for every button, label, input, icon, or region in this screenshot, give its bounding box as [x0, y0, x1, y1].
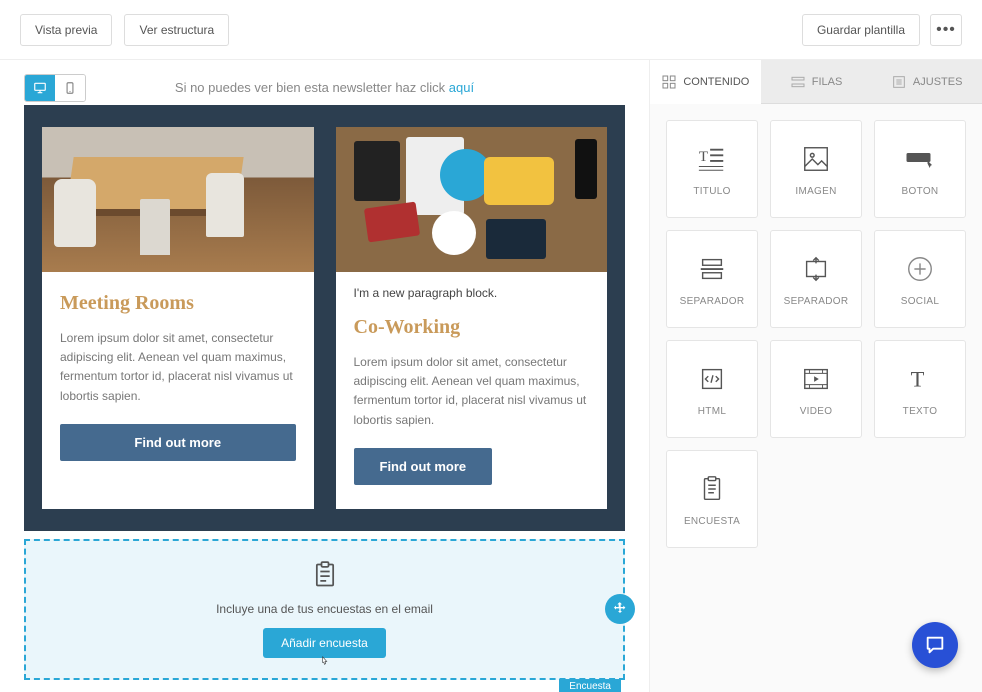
tab-content-label: CONTENIDO — [683, 76, 749, 88]
block-button[interactable]: BOTON — [874, 120, 966, 218]
block-separator-2[interactable]: SEPARADOR — [770, 230, 862, 328]
separator-2-icon — [801, 252, 831, 286]
cursor-pointer-icon — [318, 655, 332, 672]
canvas-area: Si no puedes ver bien esta newsletter ha… — [0, 60, 650, 692]
block-button-label: BOTON — [902, 186, 939, 197]
block-title-label: TITULO — [693, 186, 730, 197]
svg-text:T: T — [699, 148, 708, 164]
notice-text: Si no puedes ver bien esta newsletter ha… — [175, 80, 449, 95]
mobile-icon — [63, 81, 77, 95]
block-separator-2-label: SEPARADOR — [784, 296, 849, 307]
settings-icon — [891, 74, 907, 90]
block-text[interactable]: T TEXTO — [874, 340, 966, 438]
block-grid: T TITULO IMAGEN BOTON — [666, 120, 966, 548]
more-icon: ••• — [936, 21, 956, 39]
block-video[interactable]: VIDEO — [770, 340, 862, 438]
email-canvas: Meeting Rooms Lorem ipsum dolor sit amet… — [24, 105, 625, 531]
preview-notice: Si no puedes ver bien esta newsletter ha… — [0, 60, 649, 105]
move-handle[interactable] — [605, 594, 635, 624]
block-image[interactable]: IMAGEN — [770, 120, 862, 218]
block-title[interactable]: T TITULO — [666, 120, 758, 218]
tab-rows[interactable]: FILAS — [761, 60, 872, 104]
mobile-view-button[interactable] — [55, 75, 85, 101]
column-1-text: Lorem ipsum dolor sit amet, consectetur … — [60, 329, 296, 406]
move-icon — [612, 601, 628, 617]
email-column-1[interactable]: Meeting Rooms Lorem ipsum dolor sit amet… — [42, 127, 314, 509]
block-html[interactable]: HTML — [666, 340, 758, 438]
workspace: Si no puedes ver bien esta newsletter ha… — [0, 60, 982, 692]
coworking-image — [336, 127, 608, 272]
dropzone-tag: Encuesta — [559, 679, 621, 692]
image-icon — [801, 142, 831, 176]
tab-settings[interactable]: AJUSTES — [871, 60, 982, 104]
content-blocks: T TITULO IMAGEN BOTON — [650, 104, 982, 692]
desktop-view-button[interactable] — [25, 75, 55, 101]
survey-block-icon — [697, 472, 727, 506]
social-icon — [905, 252, 935, 286]
block-social[interactable]: SOCIAL — [874, 230, 966, 328]
survey-text: Incluye una de tus encuestas en el email — [26, 602, 623, 616]
tab-rows-label: FILAS — [812, 76, 843, 88]
survey-dropzone[interactable]: Incluye una de tus encuestas en el email… — [24, 539, 625, 680]
help-fab[interactable] — [912, 622, 958, 668]
column-2-cta-button[interactable]: Find out more — [354, 448, 493, 485]
chat-icon — [924, 634, 946, 656]
block-image-label: IMAGEN — [795, 186, 836, 197]
button-icon — [905, 142, 935, 176]
tab-content[interactable]: CONTENIDO — [650, 60, 761, 104]
grid-icon — [661, 74, 677, 90]
email-body-2: I'm a new paragraph block. Co-Working Lo… — [336, 272, 608, 509]
block-separator-1[interactable]: SEPARADOR — [666, 230, 758, 328]
column-1-title: Meeting Rooms — [60, 292, 296, 315]
meeting-room-image — [42, 127, 314, 272]
column-2-text: Lorem ipsum dolor sit amet, consectetur … — [354, 353, 590, 430]
rows-icon — [790, 74, 806, 90]
text-icon: T — [905, 362, 935, 396]
title-icon: T — [697, 142, 727, 176]
column-2-title: Co-Working — [354, 316, 590, 339]
block-html-label: HTML — [698, 406, 726, 417]
column-2-lead: I'm a new paragraph block. — [354, 286, 590, 300]
video-icon — [801, 362, 831, 396]
structure-button[interactable]: Ver estructura — [124, 14, 229, 46]
email-row: Meeting Rooms Lorem ipsum dolor sit amet… — [42, 127, 607, 509]
add-survey-button[interactable]: Añadir encuesta — [263, 628, 386, 658]
survey-icon — [26, 561, 623, 592]
html-icon — [697, 362, 727, 396]
topbar: Vista previa Ver estructura Guardar plan… — [0, 0, 982, 60]
more-menu-button[interactable]: ••• — [930, 14, 962, 46]
preview-button[interactable]: Vista previa — [20, 14, 112, 46]
sidebar: CONTENIDO FILAS AJUSTES T TITULO — [650, 60, 982, 692]
sidebar-tabs: CONTENIDO FILAS AJUSTES — [650, 60, 982, 104]
block-social-label: SOCIAL — [901, 296, 939, 307]
email-column-2[interactable]: I'm a new paragraph block. Co-Working Lo… — [336, 127, 608, 509]
desktop-icon — [33, 81, 47, 95]
svg-text:T: T — [911, 366, 925, 391]
topbar-right: Guardar plantilla ••• — [802, 14, 962, 46]
block-separator-1-label: SEPARADOR — [680, 296, 745, 307]
email-body-1: Meeting Rooms Lorem ipsum dolor sit amet… — [42, 272, 314, 485]
block-video-label: VIDEO — [800, 406, 833, 417]
notice-link[interactable]: aquí — [449, 80, 474, 95]
block-survey-label: ENCUESTA — [684, 516, 740, 527]
save-template-button[interactable]: Guardar plantilla — [802, 14, 920, 46]
topbar-left: Vista previa Ver estructura — [20, 14, 229, 46]
device-toggle — [24, 74, 86, 102]
separator-1-icon — [697, 252, 727, 286]
block-text-label: TEXTO — [903, 406, 938, 417]
block-survey[interactable]: ENCUESTA — [666, 450, 758, 548]
column-1-cta-button[interactable]: Find out more — [60, 424, 296, 461]
add-survey-label: Añadir encuesta — [281, 636, 368, 650]
tab-settings-label: AJUSTES — [913, 76, 963, 88]
